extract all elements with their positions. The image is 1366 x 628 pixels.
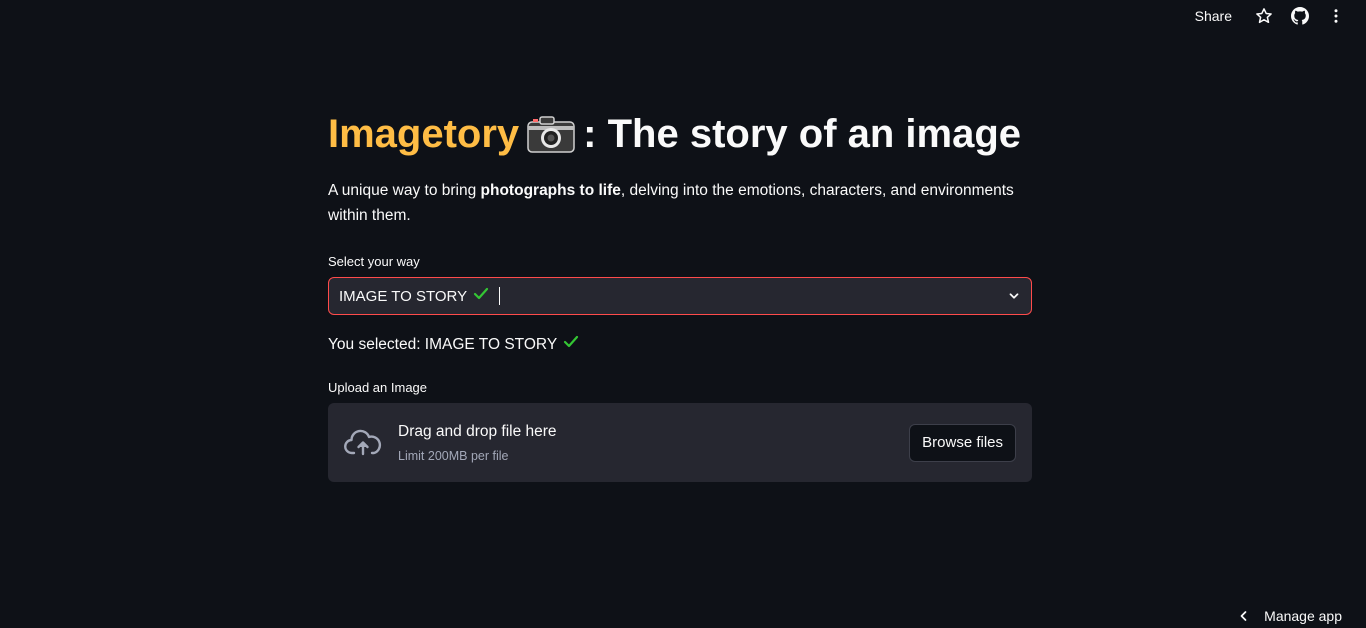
share-button[interactable]: Share [1187,4,1240,28]
drop-instructions: Drag and drop file here [398,422,557,440]
mode-select[interactable]: IMAGE TO STORY [328,277,1032,315]
camera-icon [527,115,575,153]
intro-text-before: A unique way to bring [328,182,481,199]
cloud-upload-icon [344,428,382,458]
github-icon[interactable] [1282,0,1318,32]
file-dropzone[interactable]: Drag and drop file here Limit 200MB per … [328,403,1032,482]
selected-message: You selected: IMAGE TO STORY [328,335,1032,354]
page-title: Imagetory : The story of an image [328,112,1032,156]
check-icon [563,335,579,354]
chevron-left-icon [1238,609,1250,623]
chevron-down-icon[interactable] [1007,289,1021,303]
selected-message-text: You selected: IMAGE TO STORY [328,335,558,353]
browse-files-button[interactable]: Browse files [909,423,1016,462]
upload-label: Upload an Image [328,380,428,395]
star-icon[interactable] [1246,0,1282,32]
file-limit-text: Limit 200MB per file [398,448,509,463]
dropzone-text: Drag and drop file here Limit 200MB per … [398,423,557,463]
more-vertical-icon[interactable] [1318,0,1354,32]
text-cursor [499,287,501,305]
main-content: Imagetory : The story of an image A uniq… [328,100,1032,482]
title-rest: : The story of an image [583,112,1022,156]
manage-app-button[interactable]: Manage app [1238,608,1342,624]
top-toolbar: Share [1187,0,1366,32]
intro-text-bold: photographs to life [480,182,621,199]
check-icon [473,287,489,305]
intro-paragraph: A unique way to bring photographs to lif… [328,178,1032,228]
manage-app-label: Manage app [1264,608,1342,624]
select-value-text: IMAGE TO STORY [339,287,468,305]
select-value: IMAGE TO STORY [339,287,489,305]
select-label: Select your way [328,254,420,269]
title-brand: Imagetory [328,112,520,156]
